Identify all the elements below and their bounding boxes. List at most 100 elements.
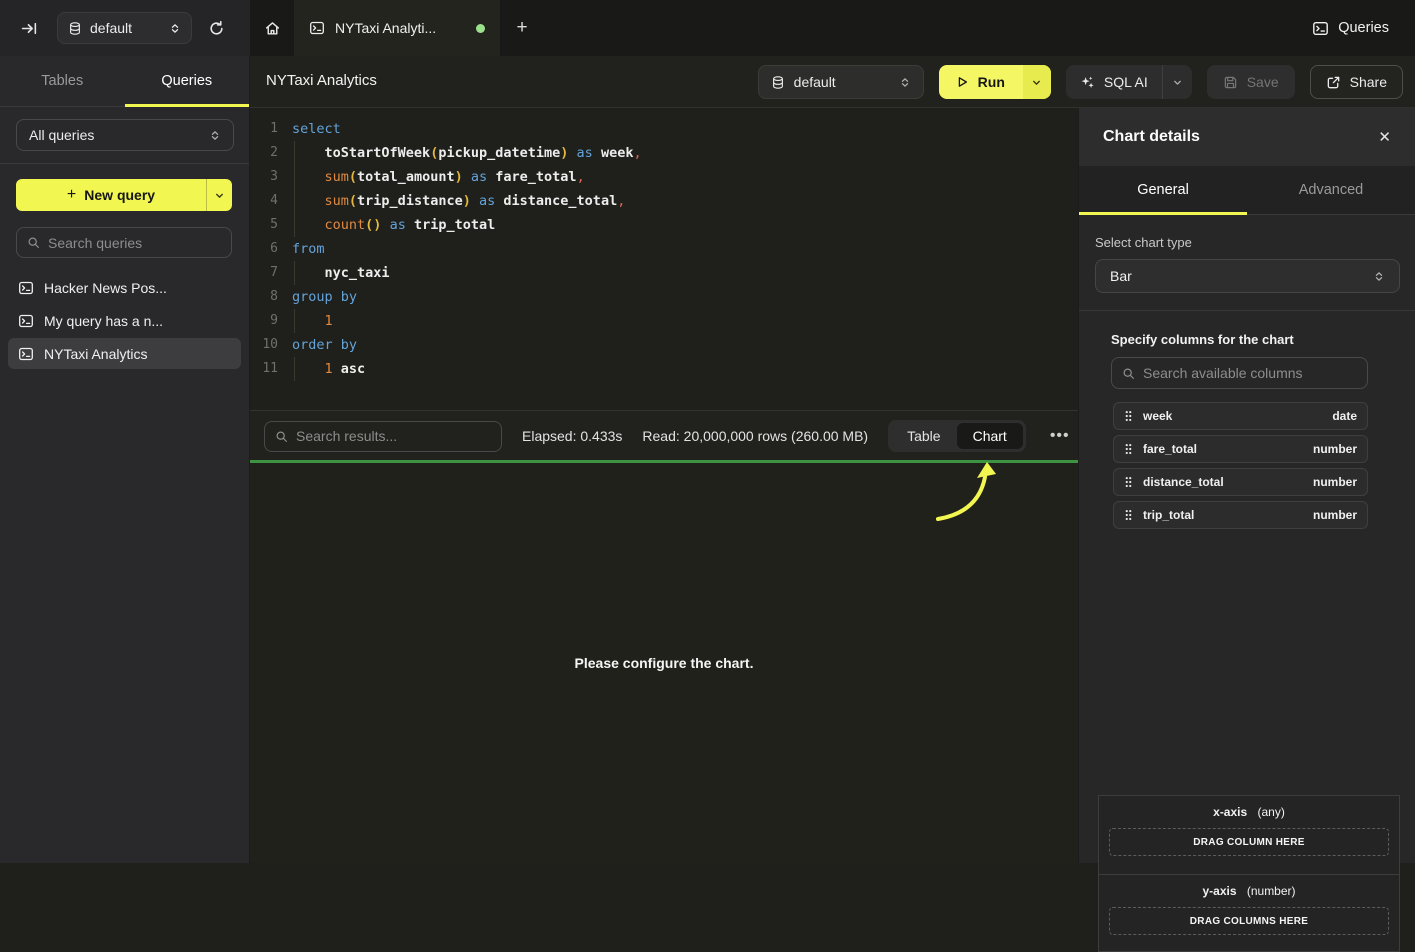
code-line: 6 from [250, 237, 1078, 261]
sidebar-tabs: Tables Queries [0, 56, 249, 107]
queries-button[interactable]: Queries [1312, 13, 1389, 43]
home-tab[interactable] [251, 0, 295, 56]
new-query-button[interactable]: + New query [16, 179, 232, 211]
code-text: sum(trip_distance) as distance_total, [290, 189, 625, 213]
code-line: 3 sum(total_amount) as fare_total, [250, 165, 1078, 189]
unsaved-changes-dot [476, 24, 485, 33]
tab-advanced[interactable]: Advanced [1247, 166, 1415, 214]
tab-queries[interactable]: Queries [125, 56, 250, 106]
sql-ai-dropdown-caret[interactable] [1162, 65, 1192, 99]
chart-type-label: Select chart type [1095, 235, 1399, 250]
sql-ai-button[interactable]: SQL AI [1066, 65, 1192, 99]
x-axis-drop-zone[interactable]: DRAG COLUMN HERE [1109, 828, 1389, 856]
code-line: 11 1 asc [250, 357, 1078, 381]
code-text: nyc_taxi [290, 261, 390, 285]
database-selector-value: default [794, 74, 890, 90]
view-toggle: Table Chart [888, 420, 1026, 452]
drag-handle-icon [1124, 442, 1133, 456]
database-selector[interactable]: default [758, 65, 924, 99]
tab-nytaxi-analytics[interactable]: NYTaxi Analyti... [295, 0, 500, 56]
chevron-updown-icon [1373, 270, 1385, 283]
save-button[interactable]: Save [1207, 65, 1295, 99]
x-axis-cell: x-axis (any) DRAG COLUMN HERE [1099, 796, 1399, 874]
chart-details-panel: Chart details ✕ General Advanced Select … [1078, 108, 1415, 863]
top-bar: default NYTaxi Analyti... [0, 0, 1415, 56]
tab-title: NYTaxi Analyti... [335, 20, 466, 36]
code-line: 8 group by [250, 285, 1078, 309]
terminal-icon [309, 20, 325, 36]
page-title: NYTaxi Analytics [266, 72, 377, 89]
panel-title: Chart details [1103, 128, 1378, 146]
search-icon [1122, 367, 1135, 380]
sidebar-divider [0, 163, 249, 164]
line-number: 7 [250, 261, 278, 285]
columns-list: week date fare_total number distance_tot… [1113, 402, 1368, 529]
more-options-icon[interactable]: ••• [1046, 427, 1074, 445]
results-toolbar: Elapsed: 0.433s Read: 20,000,000 rows (2… [250, 410, 1078, 461]
column-name: trip_total [1143, 508, 1303, 522]
panel-header: Chart details ✕ [1079, 108, 1415, 166]
line-number: 9 [250, 309, 278, 333]
code-text: toStartOfWeek(pickup_datetime) as week, [290, 141, 642, 165]
tab-tables[interactable]: Tables [0, 56, 125, 106]
refresh-icon[interactable] [203, 16, 229, 40]
sparkles-icon [1080, 75, 1095, 90]
query-filter-select[interactable]: All queries [16, 119, 234, 151]
drag-handle-icon [1124, 508, 1133, 522]
save-button-label: Save [1247, 74, 1279, 90]
results-search-input[interactable] [296, 428, 491, 444]
plus-icon: + [516, 17, 527, 39]
results-search-box [264, 421, 502, 452]
new-query-label: New query [84, 187, 155, 203]
collapse-sidebar-icon[interactable] [16, 16, 42, 40]
sidebar-query-item[interactable]: My query has a n... [8, 305, 241, 336]
run-button[interactable]: Run [939, 65, 1051, 99]
view-toggle-chart[interactable]: Chart [957, 423, 1023, 449]
column-row[interactable]: week date [1113, 402, 1368, 430]
panel-divider [1079, 310, 1415, 311]
sidebar-query-item[interactable]: NYTaxi Analytics [8, 338, 241, 369]
share-button[interactable]: Share [1310, 65, 1403, 99]
y-axis-label: y-axis [1202, 884, 1236, 898]
line-number: 10 [250, 333, 278, 357]
tab-general[interactable]: General [1079, 166, 1247, 214]
sql-editor[interactable]: 1 select 2 toStartOfWeek(pickup_datetime… [250, 108, 1078, 410]
editor-header: NYTaxi Analytics default [250, 56, 1415, 108]
y-axis-type-hint: (number) [1247, 884, 1296, 898]
column-row[interactable]: distance_total number [1113, 468, 1368, 496]
view-toggle-table[interactable]: Table [891, 423, 956, 449]
code-text: sum(total_amount) as fare_total, [290, 165, 585, 189]
drag-handle-icon [1124, 475, 1133, 489]
code-text: select [290, 117, 341, 141]
close-icon[interactable]: ✕ [1378, 128, 1391, 146]
column-row[interactable]: fare_total number [1113, 435, 1368, 463]
column-type: number [1313, 442, 1357, 456]
y-axis-drop-zone[interactable]: DRAG COLUMNS HERE [1109, 907, 1389, 935]
column-row[interactable]: trip_total number [1113, 501, 1368, 529]
line-number: 5 [250, 213, 278, 237]
new-query-dropdown-caret[interactable] [206, 179, 232, 211]
sidebar-query-item[interactable]: Hacker News Pos... [8, 272, 241, 303]
code-line: 5 count() as trip_total [250, 213, 1078, 237]
query-search-box [16, 227, 232, 258]
query-filter-value: All queries [29, 127, 209, 143]
code-line: 1 select [250, 117, 1078, 141]
new-tab-button[interactable]: + [507, 14, 537, 42]
terminal-icon [18, 280, 34, 296]
query-search-input[interactable] [48, 235, 221, 251]
elapsed-time: Elapsed: 0.433s [522, 428, 622, 444]
code-text: 1 [290, 309, 333, 333]
chart-type-select[interactable]: Bar [1095, 259, 1400, 293]
play-icon [955, 75, 969, 89]
chevron-updown-icon [169, 22, 181, 35]
line-number: 11 [250, 357, 278, 381]
run-dropdown-caret[interactable] [1023, 65, 1051, 99]
annotation-arrow-icon [930, 457, 1000, 527]
share-icon [1326, 75, 1341, 90]
database-selector[interactable]: default [57, 12, 192, 44]
columns-search-input[interactable] [1143, 365, 1357, 381]
chart-empty-message: Please configure the chart. [250, 655, 1078, 671]
query-item-label: My query has a n... [44, 313, 163, 329]
top-bar-left-section: default [0, 0, 250, 56]
line-number: 2 [250, 141, 278, 165]
